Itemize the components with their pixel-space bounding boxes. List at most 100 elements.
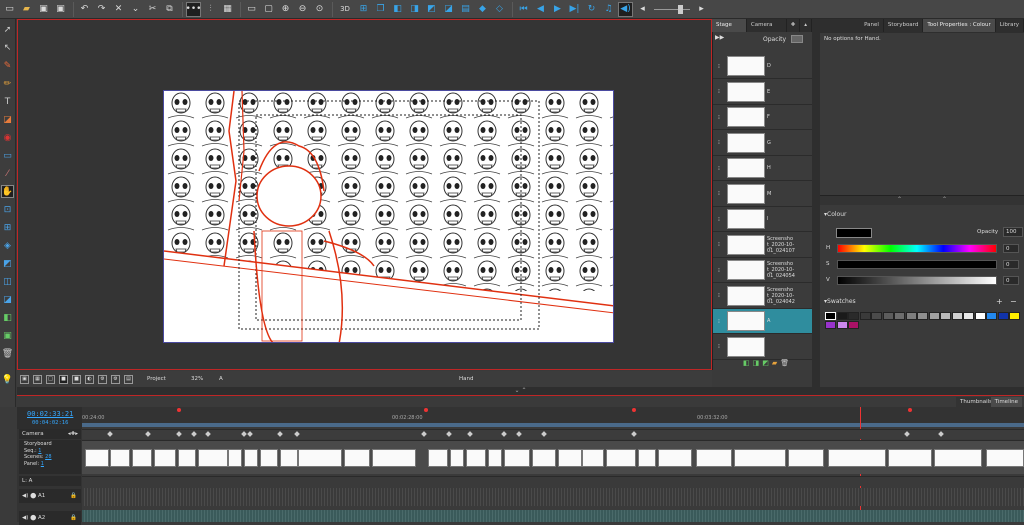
swatch[interactable]: [986, 312, 997, 320]
swatch[interactable]: [882, 312, 894, 320]
camera-keyframe[interactable]: [294, 431, 300, 437]
close-tab-icon[interactable]: ▴: [800, 19, 812, 32]
panel-thumbnail[interactable]: [198, 449, 228, 467]
audio-track-a2[interactable]: ◀) ⬤ A2 🔒: [19, 511, 81, 525]
next-frame-icon[interactable]: ▶|: [567, 2, 582, 17]
layer-row[interactable]: ⁝ G: [713, 131, 813, 156]
camera-track[interactable]: [82, 429, 1024, 439]
zoom-level[interactable]: 32%: [191, 376, 219, 382]
visibility-icon[interactable]: ⁝: [713, 216, 725, 223]
swatch[interactable]: [928, 312, 940, 320]
visibility-icon[interactable]: ⁝: [713, 114, 725, 121]
new-icon[interactable]: ▭: [2, 2, 17, 17]
camera-keyframe[interactable]: [421, 431, 427, 437]
3d-icon[interactable]: 3D: [336, 2, 354, 17]
onion-icon[interactable]: ■: [59, 374, 68, 384]
swatch[interactable]: [871, 312, 882, 320]
panel-thumbnail[interactable]: [488, 449, 502, 467]
storyboard-track[interactable]: [82, 440, 1024, 474]
frame-icon[interactable]: ▣: [20, 374, 29, 384]
swatch[interactable]: [894, 312, 905, 320]
camera-keyframe[interactable]: [241, 431, 247, 437]
visibility-icon[interactable]: ⁝: [713, 241, 725, 248]
swatch[interactable]: [825, 321, 836, 329]
keyframe-icon[interactable]: ◇: [492, 2, 507, 17]
swatch[interactable]: [951, 312, 963, 320]
swatches-section-header[interactable]: ▾Swatches: [824, 298, 856, 305]
brush-icon[interactable]: ✎: [1, 59, 14, 72]
swatch[interactable]: [940, 312, 951, 320]
save-all-icon[interactable]: ▣: [53, 2, 68, 17]
timeline-splitter[interactable]: ⌄ ⌃: [17, 387, 1024, 395]
visibility-icon[interactable]: ⁝: [713, 318, 725, 325]
camera-tool-icon[interactable]: ⊞: [1, 221, 14, 234]
first-frame-icon[interactable]: ⏮: [516, 2, 531, 17]
panel-thumbnail[interactable]: [828, 449, 886, 467]
camera-track-header[interactable]: Camera ◂✚▸: [19, 429, 81, 439]
camera-frame-icon[interactable]: ▭: [244, 2, 259, 17]
add-swatch-icon[interactable]: +: [996, 297, 1003, 306]
layer-row[interactable]: ⁝ H: [713, 156, 813, 181]
camera-view-icon[interactable]: ⚙: [111, 374, 120, 384]
zoom-icon[interactable]: ⊡: [1, 203, 14, 216]
volume-slider[interactable]: [652, 2, 692, 17]
select-icon[interactable]: ➚: [1, 23, 14, 36]
visibility-icon[interactable]: ⁝: [713, 267, 725, 274]
volume-up-icon[interactable]: ▸: [694, 2, 709, 17]
tab-panel[interactable]: Panel: [860, 19, 884, 32]
swatch[interactable]: [848, 312, 859, 320]
camera-keyframe[interactable]: [631, 431, 637, 437]
bulb-icon[interactable]: 💡: [1, 373, 14, 386]
rotate-icon[interactable]: ◫: [1, 275, 14, 288]
copy-icon[interactable]: ⧉: [162, 2, 177, 17]
cut-icon[interactable]: ✂: [145, 2, 160, 17]
swatch[interactable]: [836, 312, 848, 320]
add-layer-icon[interactable]: ◧: [743, 359, 750, 369]
layer-row[interactable]: ⁝ D: [713, 54, 813, 79]
add-scene-icon[interactable]: ◨: [407, 2, 422, 17]
layer-row[interactable]: ⁝ I: [713, 207, 813, 232]
panel-thumbnail[interactable]: [734, 449, 786, 467]
layer-view-icon[interactable]: ▤: [124, 374, 133, 384]
morph-icon[interactable]: ◪: [1, 293, 14, 306]
hand-icon[interactable]: ✋: [1, 185, 14, 198]
undo-icon[interactable]: ↶: [77, 2, 92, 17]
timeline-ruler[interactable]: 00:24:00 00:02:28:00 00:03:32:00: [82, 407, 1024, 427]
duplicate-panel-icon[interactable]: ❐: [373, 2, 388, 17]
zoom-in-icon[interactable]: ⊕: [278, 2, 293, 17]
panel-thumbnail[interactable]: [280, 449, 298, 467]
visibility-icon[interactable]: ⁝: [713, 139, 725, 146]
audio-track-a1[interactable]: ◀) ⬤ A1 🔒: [19, 489, 81, 503]
visibility-icon[interactable]: ⁝: [713, 88, 725, 95]
grid-toggle-icon[interactable]: ▦: [33, 374, 42, 384]
light-table-icon[interactable]: ◐: [85, 374, 94, 384]
dropdown-icon[interactable]: ⌄: [128, 2, 143, 17]
panel-divider[interactable]: [812, 19, 820, 387]
swatch[interactable]: [848, 321, 859, 329]
panel-thumbnail[interactable]: [372, 449, 416, 467]
swatch[interactable]: [836, 321, 848, 329]
panel-thumbnail[interactable]: [154, 449, 176, 467]
swatch[interactable]: [917, 312, 928, 320]
swatch[interactable]: [974, 312, 986, 320]
camera-keyframe[interactable]: [176, 431, 182, 437]
move-up-icon[interactable]: ◪: [441, 2, 456, 17]
layer-row[interactable]: ⁝: [713, 335, 813, 360]
panel-thumbnail[interactable]: [110, 449, 130, 467]
preview-icon[interactable]: ■: [72, 374, 81, 384]
trash-icon[interactable]: 🗑: [1, 347, 14, 360]
s-field[interactable]: 0: [1003, 260, 1019, 269]
rectangle-icon[interactable]: ▭: [1, 149, 14, 162]
camera-frame[interactable]: [163, 90, 614, 343]
panel-thumbnail[interactable]: [178, 449, 196, 467]
camera-keyframe[interactable]: [541, 431, 547, 437]
panel-thumbnail[interactable]: [260, 449, 278, 467]
onion-skin-icon[interactable]: •••: [186, 1, 201, 17]
light-table-icon[interactable]: ⫶: [203, 2, 218, 17]
add-vector-layer-icon[interactable]: ◨: [753, 359, 760, 369]
camera-icon[interactable]: ◆: [475, 2, 490, 17]
visibility-icon[interactable]: ⁝: [713, 63, 725, 70]
panel-thumbnail[interactable]: [132, 449, 152, 467]
panel-splitter[interactable]: ⌃ ⌃: [820, 195, 1024, 205]
reset-view-icon[interactable]: ⊙: [312, 2, 327, 17]
